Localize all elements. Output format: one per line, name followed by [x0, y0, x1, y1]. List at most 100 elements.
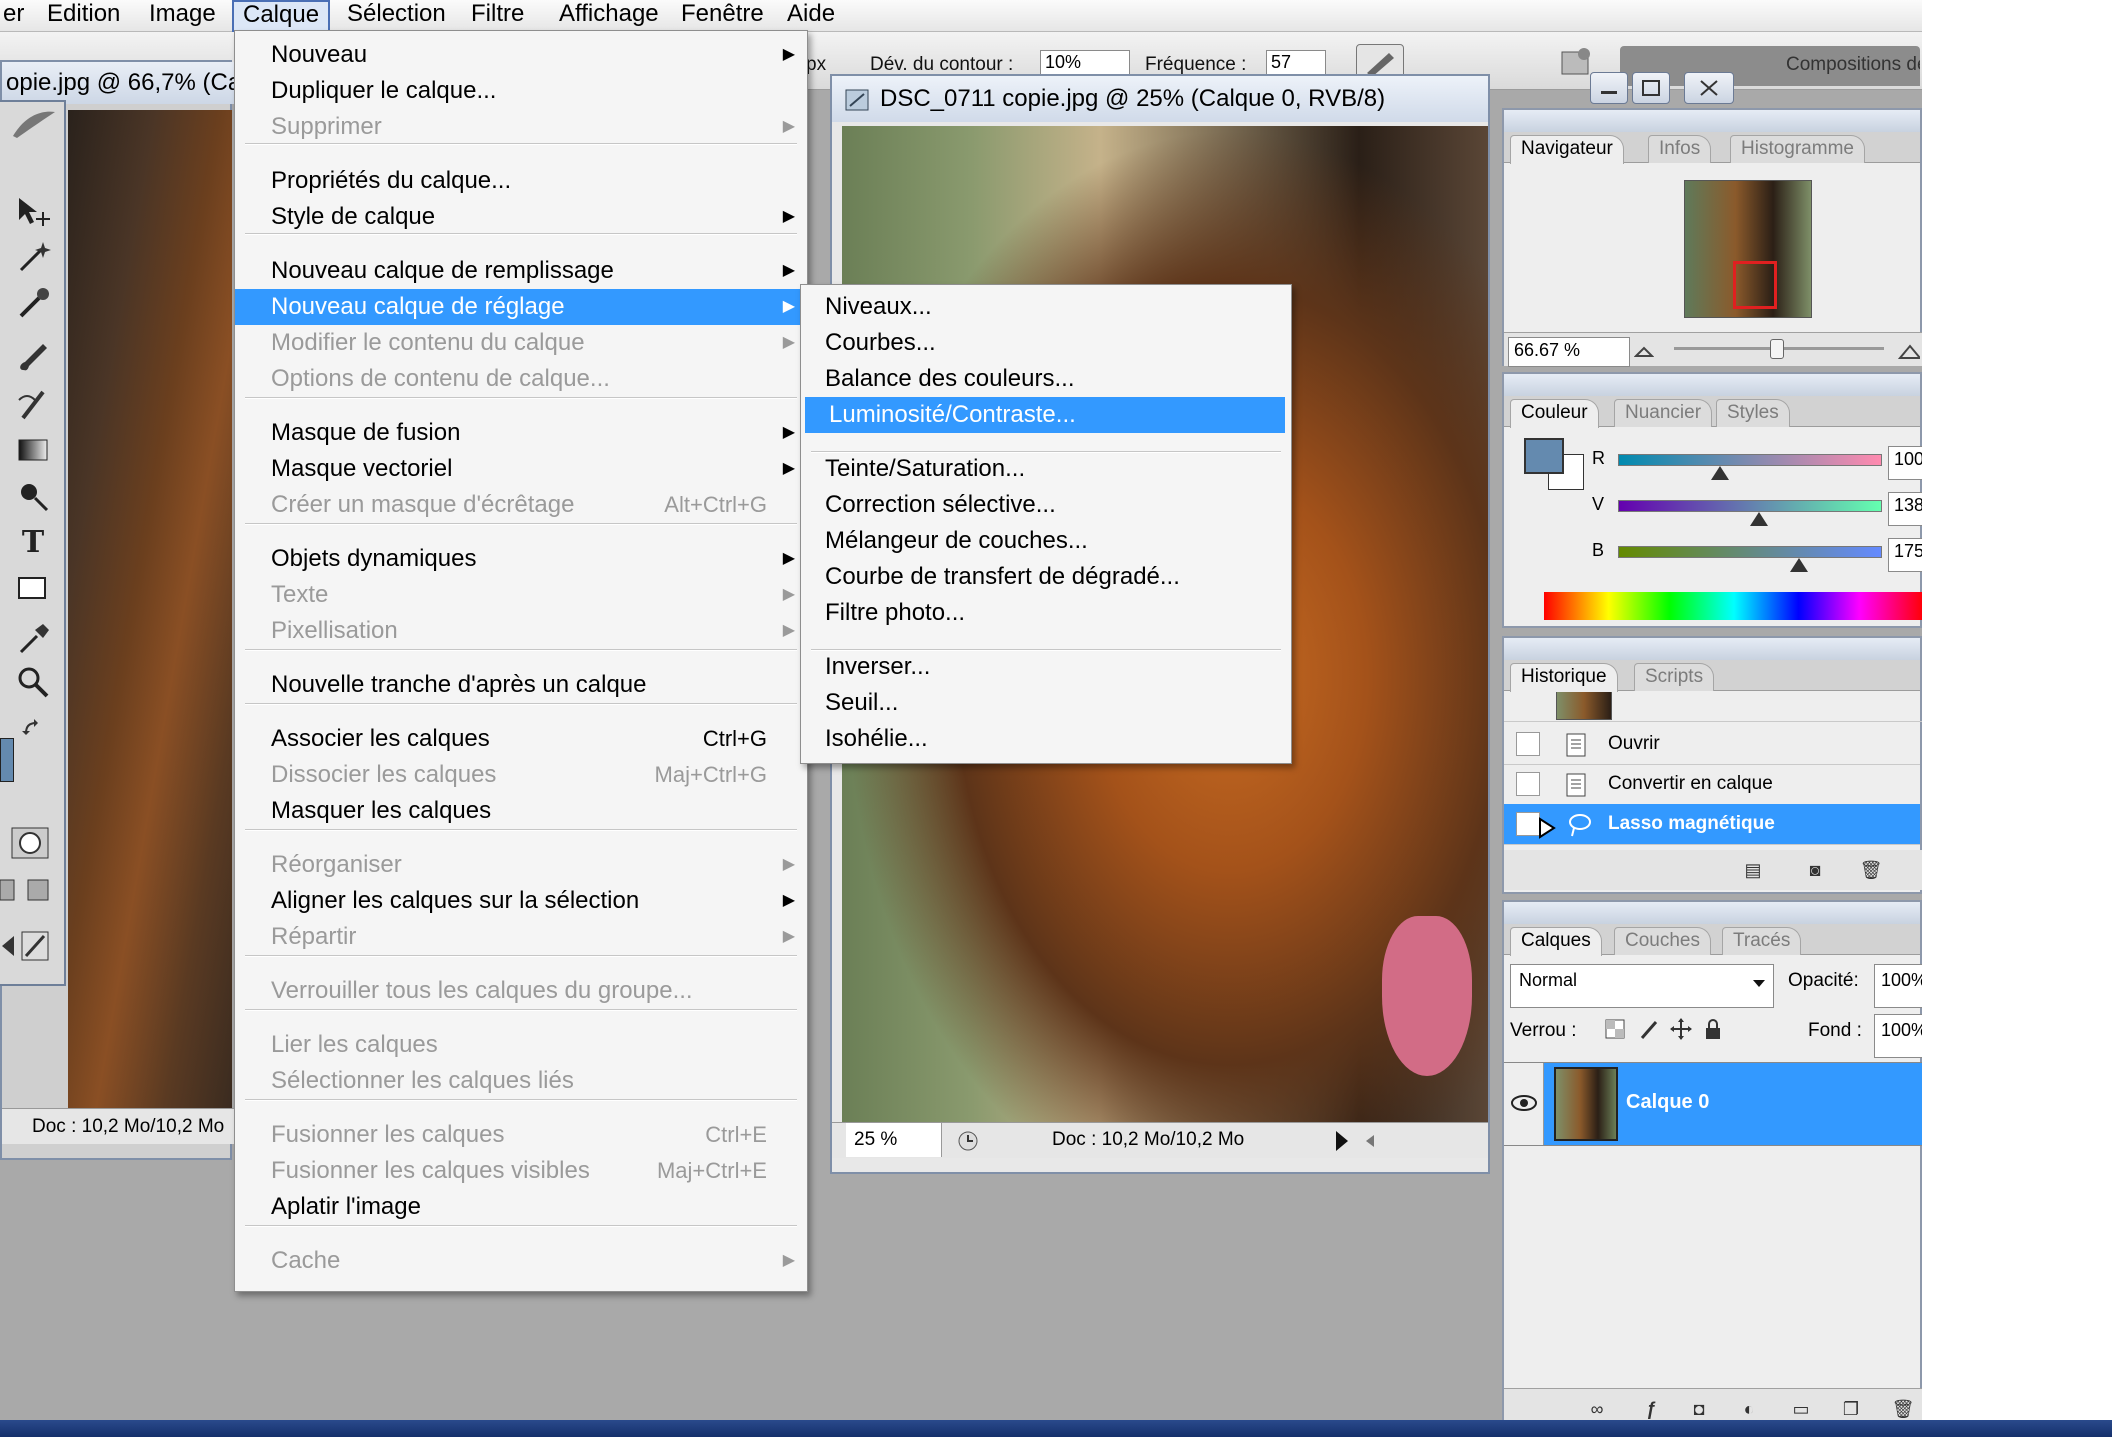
- link-layers-icon[interactable]: ∞: [1584, 1397, 1610, 1421]
- calque-menu-item[interactable]: Masquer les calques: [235, 793, 807, 829]
- slider-r-track[interactable]: [1618, 454, 1882, 466]
- reglage-menu-item[interactable]: Luminosité/Contraste...: [805, 397, 1285, 433]
- zoom-out-icon[interactable]: [1633, 339, 1655, 359]
- reglage-menu-item[interactable]: Mélangeur de couches...: [801, 523, 1291, 559]
- slider-r-thumb[interactable]: [1711, 466, 1730, 480]
- color-spectrum-ramp[interactable]: [1544, 592, 1922, 620]
- history-row-convertir[interactable]: Convertir en calque: [1504, 764, 1920, 805]
- calque-menu-item[interactable]: Masque de fusion ▶: [235, 415, 807, 451]
- screen-mode-icon[interactable]: [0, 876, 56, 906]
- status-info-icon[interactable]: [956, 1129, 980, 1153]
- zoom-in-icon[interactable]: [1897, 339, 1922, 359]
- tab-navigateur[interactable]: Navigateur: [1510, 135, 1624, 164]
- reglage-menu-item[interactable]: Courbes...: [801, 325, 1291, 361]
- layer-comps-tab[interactable]: Compositions de calques: [1786, 54, 1920, 76]
- layer-visibility-toggle[interactable]: [1504, 1063, 1544, 1145]
- shape-tool-icon[interactable]: [8, 568, 58, 608]
- scroll-left-icon[interactable]: [1360, 1129, 1380, 1153]
- menu-selection[interactable]: Sélection: [338, 0, 455, 32]
- navigator-thumbnail[interactable]: [1684, 180, 1812, 318]
- history-row-lasso[interactable]: Lasso magnétique: [1504, 804, 1920, 845]
- calque-menu-item[interactable]: Objets dynamiques ▶: [235, 541, 807, 577]
- channel-field-r[interactable]: 100: [1888, 446, 1922, 480]
- history-checkbox[interactable]: [1516, 772, 1540, 796]
- zoom-field[interactable]: 25 %: [846, 1123, 942, 1157]
- reglage-menu-item[interactable]: Courbe de transfert de dégradé...: [801, 559, 1291, 595]
- trash-icon[interactable]: 🗑: [1890, 1397, 1916, 1421]
- calque-menu-item[interactable]: Propriétés du calque...: [235, 163, 807, 199]
- dodge-icon[interactable]: [8, 476, 58, 516]
- tab-scripts[interactable]: Scripts: [1634, 663, 1715, 691]
- slider-b-track[interactable]: [1618, 546, 1882, 558]
- slider-b-thumb[interactable]: [1789, 558, 1808, 572]
- menu-edition[interactable]: Edition: [38, 0, 129, 32]
- lock-all-icon[interactable]: [1700, 1018, 1726, 1042]
- reglage-menu-item[interactable]: Correction sélective...: [801, 487, 1291, 523]
- menu-filtre[interactable]: Filtre: [462, 0, 533, 32]
- calque-menu-item[interactable]: Nouveau calque de réglage ▶: [235, 289, 807, 325]
- document-image-left[interactable]: [68, 110, 232, 1110]
- slider-v-thumb[interactable]: [1750, 512, 1769, 526]
- channel-field-b[interactable]: 175: [1888, 538, 1922, 572]
- history-checkbox[interactable]: [1516, 812, 1540, 836]
- palette-titlebar[interactable]: [1504, 902, 1920, 924]
- calque-menu-item[interactable]: Masque vectoriel ▶: [235, 451, 807, 487]
- imageready-icon[interactable]: [0, 926, 56, 966]
- menu-aide[interactable]: Aide: [778, 0, 844, 32]
- fill-field[interactable]: 100%: [1874, 1014, 1922, 1058]
- tab-traces[interactable]: Tracés: [1722, 927, 1802, 955]
- close-button[interactable]: [1684, 72, 1734, 104]
- opacity-field[interactable]: 100%: [1874, 964, 1922, 1008]
- reglage-menu-item[interactable]: Filtre photo...: [801, 595, 1291, 631]
- menu-image[interactable]: Image: [140, 0, 225, 32]
- new-group-icon[interactable]: ▭: [1788, 1397, 1814, 1421]
- calque-menu-item[interactable]: Aplatir l'image: [235, 1189, 807, 1225]
- maximize-button[interactable]: [1632, 72, 1670, 104]
- navigator-zoom-field[interactable]: 66.67 %: [1508, 337, 1630, 367]
- menu-fenetre[interactable]: Fenêtre: [672, 0, 773, 32]
- document-title-main[interactable]: DSC_0711 copie.jpg @ 25% (Calque 0, RVB/…: [832, 76, 1488, 122]
- palette-titlebar[interactable]: [1504, 110, 1920, 132]
- tab-styles[interactable]: Styles: [1716, 399, 1790, 427]
- lock-pixels-icon[interactable]: [1636, 1018, 1662, 1042]
- type-tool-icon[interactable]: T: [8, 522, 58, 562]
- calque-menu-item[interactable]: Nouveau ▶: [235, 37, 807, 73]
- navigator-view-box[interactable]: [1733, 261, 1777, 309]
- eyedropper-icon[interactable]: [8, 618, 58, 658]
- new-snapshot-icon[interactable]: ◙: [1802, 858, 1828, 882]
- calque-menu-item[interactable]: Associer les calques Ctrl+G: [235, 721, 807, 757]
- calque-menu-item[interactable]: Nouveau calque de remplissage ▶: [235, 253, 807, 289]
- gradient-icon[interactable]: [8, 430, 58, 470]
- tab-calques[interactable]: Calques: [1510, 927, 1602, 956]
- add-mask-icon[interactable]: ◘: [1686, 1397, 1712, 1421]
- reglage-menu-item[interactable]: Isohélie...: [801, 721, 1291, 757]
- calque-menu-item[interactable]: Aligner les calques sur la sélection ▶: [235, 883, 807, 919]
- reglage-menu-item[interactable]: Seuil...: [801, 685, 1291, 721]
- swap-colors-icon[interactable]: [22, 718, 42, 738]
- quick-mask-icon[interactable]: [10, 826, 50, 860]
- foreground-color-swatch[interactable]: [0, 738, 14, 782]
- slider-v-track[interactable]: [1618, 500, 1882, 512]
- trash-icon[interactable]: 🗑: [1858, 858, 1884, 882]
- layer-style-icon[interactable]: ƒ: [1638, 1397, 1664, 1421]
- history-snapshot[interactable]: [1504, 692, 1922, 722]
- calque-menu-item[interactable]: Nouvelle tranche d'après un calque: [235, 667, 807, 703]
- tab-historique[interactable]: Historique: [1510, 663, 1618, 692]
- palette-titlebar[interactable]: [1504, 374, 1920, 396]
- zoom-slider-thumb[interactable]: [1770, 339, 1784, 359]
- new-layer-icon[interactable]: ❐: [1838, 1397, 1864, 1421]
- reglage-menu-item[interactable]: Niveaux...: [801, 289, 1291, 325]
- calque-menu-item[interactable]: Style de calque ▶: [235, 199, 807, 235]
- minimize-button[interactable]: [1590, 72, 1628, 104]
- tab-couleur[interactable]: Couleur: [1510, 399, 1599, 428]
- layer-name[interactable]: Calque 0: [1626, 1091, 1709, 1114]
- zoom-icon[interactable]: [8, 662, 58, 702]
- history-row-ouvrir[interactable]: Ouvrir: [1504, 724, 1920, 765]
- tab-histogramme[interactable]: Histogramme: [1730, 135, 1865, 163]
- move-tool-icon[interactable]: [8, 192, 58, 232]
- menu-calque[interactable]: Calque: [232, 0, 331, 34]
- calque-menu-item[interactable]: Dupliquer le calque...: [235, 73, 807, 109]
- reglage-menu-item[interactable]: Inverser...: [801, 649, 1291, 685]
- tab-nuancier[interactable]: Nuancier: [1614, 399, 1713, 427]
- color-swatches[interactable]: [0, 718, 60, 808]
